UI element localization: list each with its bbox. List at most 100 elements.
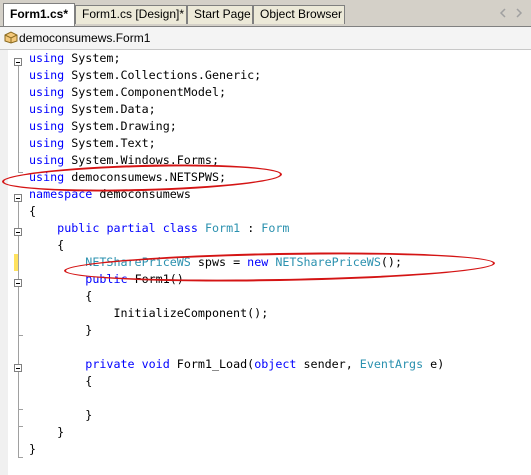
code-line[interactable]: }: [0, 322, 531, 339]
code-line[interactable]: InitializeComponent();: [0, 305, 531, 322]
keyword-token: object: [254, 357, 297, 371]
code-token: System.ComponentModel;: [64, 85, 227, 99]
outline-guide: [18, 372, 19, 410]
outline-guide: [18, 335, 23, 336]
code-line[interactable]: using System.Text;: [0, 135, 531, 152]
keyword-token: using: [29, 51, 65, 65]
code-line[interactable]: using System.Windows.Forms;: [0, 152, 531, 169]
code-token: {: [29, 238, 65, 252]
code-token: System.Data;: [64, 102, 156, 116]
keyword-token: using: [29, 68, 65, 82]
code-text: }: [29, 424, 64, 441]
code-token: System.Text;: [64, 136, 156, 150]
document-tab-bar: Form1.cs* Form1.cs [Design]* Start Page …: [0, 0, 531, 27]
collapse-box-icon[interactable]: [14, 194, 22, 202]
code-text: InitializeComponent();: [29, 305, 268, 322]
collapse-box-icon[interactable]: [14, 58, 22, 66]
keyword-token: using: [29, 119, 65, 133]
code-line[interactable]: using System.Drawing;: [0, 118, 531, 135]
breadcrumb-class-name: democonsumews.Form1: [19, 31, 151, 45]
outline-guide: [18, 409, 23, 410]
keyword-token: partial: [106, 221, 156, 235]
outline-guide: [18, 66, 19, 172]
class-navigation-bar[interactable]: democonsumews.Form1: [0, 27, 531, 50]
code-token: }: [29, 442, 37, 456]
code-token: }: [29, 408, 93, 422]
tab-form1-design[interactable]: Form1.cs [Design]*: [75, 5, 187, 24]
code-text: using System.Drawing;: [29, 118, 177, 135]
tab-label: Object Browser: [260, 7, 343, 21]
code-text: using System;: [29, 50, 120, 67]
code-text: {: [29, 203, 36, 220]
tab-label: Form1.cs [Design]*: [82, 7, 185, 21]
tab-object-browser[interactable]: Object Browser: [253, 5, 345, 24]
code-text: using System.Data;: [29, 101, 156, 118]
code-token: System.Collections.Generic;: [64, 68, 262, 82]
code-token: System.Drawing;: [64, 119, 177, 133]
code-line[interactable]: [0, 390, 531, 407]
type-token: Form1: [204, 221, 241, 235]
outline-guide: [18, 172, 23, 173]
code-line[interactable]: }: [0, 407, 531, 424]
keyword-token: using: [29, 153, 65, 167]
code-line[interactable]: {: [0, 373, 531, 390]
tab-label: Start Page: [194, 7, 251, 21]
code-token: InitializeComponent();: [29, 306, 269, 320]
collapse-box-icon[interactable]: [14, 228, 22, 236]
code-text: {: [29, 373, 92, 390]
outline-guide: [18, 457, 23, 458]
outline-guide: [18, 287, 19, 335]
code-token: }: [29, 323, 93, 337]
code-token: }: [29, 425, 65, 439]
code-line[interactable]: using System.Data;: [0, 101, 531, 118]
code-line[interactable]: {: [0, 203, 531, 220]
tab-label: Form1.cs*: [10, 7, 69, 21]
keyword-token: using: [29, 136, 65, 150]
class-icon: [4, 31, 18, 44]
tab-form1-cs[interactable]: Form1.cs*: [3, 3, 75, 26]
keyword-token: class: [162, 221, 198, 235]
code-line[interactable]: public partial class Form1 : Form: [0, 220, 531, 237]
collapse-box-icon[interactable]: [14, 279, 22, 287]
code-text: {: [29, 288, 92, 305]
keyword-token: using: [29, 102, 65, 116]
code-text: using System.ComponentModel;: [29, 84, 226, 101]
type-token: EventArgs: [359, 357, 424, 371]
code-token: {: [29, 204, 37, 218]
tab-start-page[interactable]: Start Page: [187, 5, 253, 24]
code-line[interactable]: using System.Collections.Generic;: [0, 67, 531, 84]
keyword-token: using: [29, 85, 65, 99]
code-line[interactable]: private void Form1_Load(object sender, E…: [0, 356, 531, 373]
keyword-token: public: [57, 221, 100, 235]
chevron-left-icon[interactable]: [497, 6, 509, 20]
code-editor[interactable]: using System; using System.Collections.Ge…: [0, 50, 531, 475]
code-line[interactable]: using System;: [0, 50, 531, 67]
code-token: Form1_Load(: [169, 357, 255, 371]
chevron-right-icon[interactable]: [513, 6, 525, 20]
code-text: }: [29, 441, 36, 458]
code-token: {: [29, 374, 93, 388]
code-token: :: [240, 221, 262, 235]
code-line[interactable]: }: [0, 424, 531, 441]
type-token: Form: [261, 221, 290, 235]
code-line[interactable]: {: [0, 288, 531, 305]
code-token: sender,: [296, 357, 360, 371]
code-line[interactable]: }: [0, 441, 531, 458]
keyword-token: private: [85, 357, 135, 371]
code-text: public partial class Form1 : Form: [29, 220, 289, 237]
outline-guide: [18, 426, 23, 427]
code-text: }: [29, 322, 92, 339]
code-line[interactable]: using System.ComponentModel;: [0, 84, 531, 101]
code-line[interactable]: [0, 339, 531, 356]
code-text: }: [29, 407, 92, 424]
code-text: {: [29, 237, 64, 254]
code-text: using System.Text;: [29, 135, 156, 152]
code-line[interactable]: {: [0, 237, 531, 254]
code-token: e): [423, 357, 445, 371]
collapse-box-icon[interactable]: [14, 364, 22, 372]
